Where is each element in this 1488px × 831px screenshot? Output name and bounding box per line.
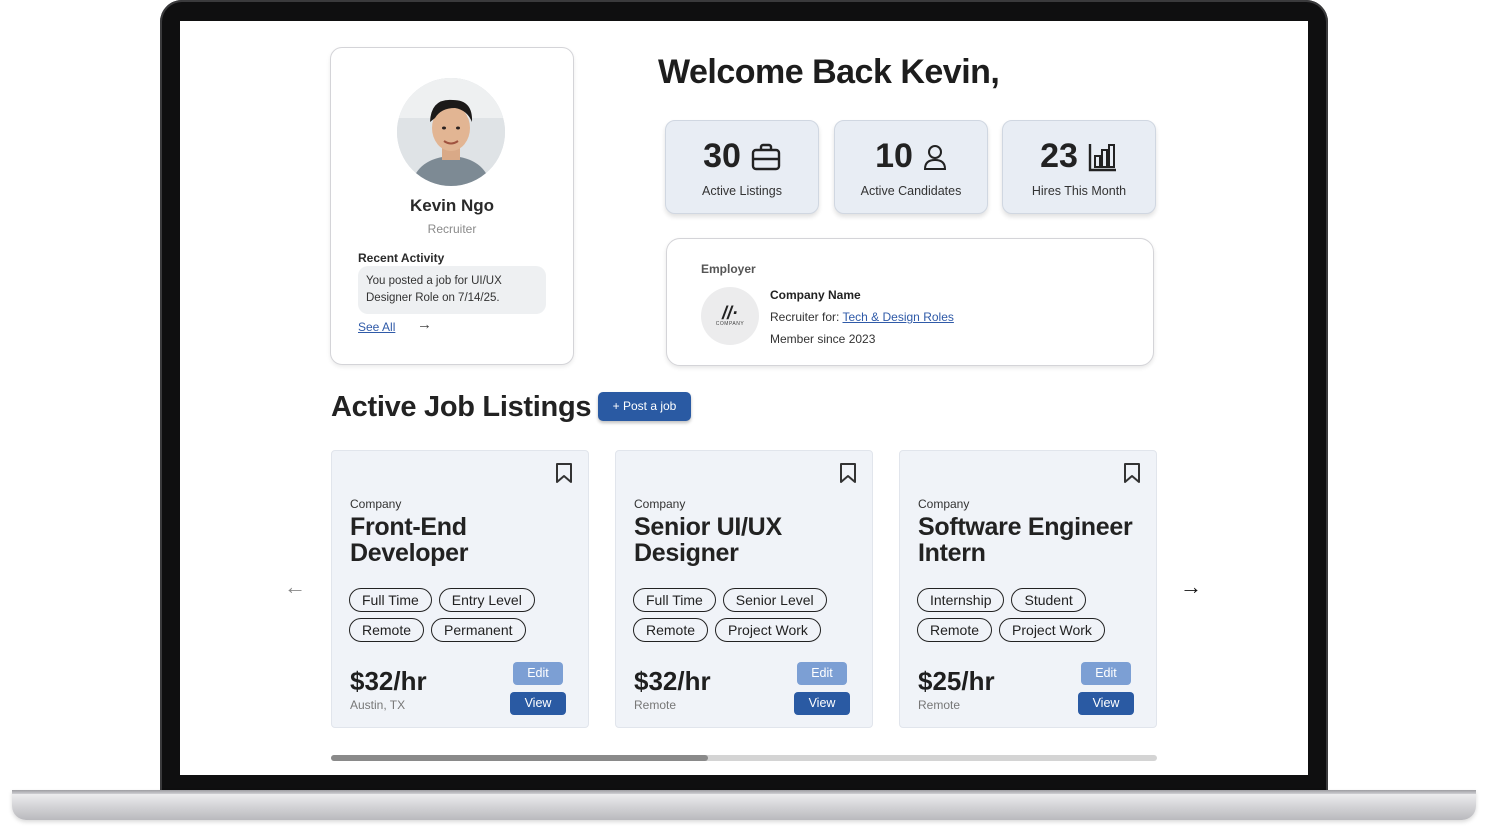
post-job-button[interactable]: + Post a job bbox=[598, 392, 691, 421]
job-tag: Full Time bbox=[349, 588, 432, 612]
job-tags: Internship Student Remote Project Work bbox=[917, 588, 1147, 642]
edit-button[interactable]: Edit bbox=[797, 662, 847, 685]
job-company: Company bbox=[918, 497, 970, 511]
bar-chart-icon bbox=[1088, 143, 1116, 171]
job-tag: Full Time bbox=[633, 588, 716, 612]
job-location: Remote bbox=[918, 698, 961, 712]
listings-title: Active Job Listings bbox=[331, 391, 592, 423]
arrow-left-icon[interactable]: ← bbox=[284, 574, 306, 600]
member-since: Member since 2023 bbox=[770, 332, 876, 346]
recruiter-for-link[interactable]: Tech & Design Roles bbox=[842, 310, 953, 324]
view-button[interactable]: View bbox=[1078, 692, 1134, 715]
recent-activity-title: Recent Activity bbox=[358, 251, 445, 265]
job-location: Remote bbox=[634, 698, 677, 712]
arrow-right-icon[interactable]: → bbox=[417, 316, 432, 333]
stat-label: Active Listings bbox=[702, 184, 782, 198]
job-tag: Permanent bbox=[431, 618, 526, 642]
bookmark-icon[interactable] bbox=[839, 462, 857, 484]
job-company: Company bbox=[350, 497, 402, 511]
job-tag: Internship bbox=[917, 588, 1005, 612]
stat-value: 23 bbox=[1040, 137, 1078, 175]
job-tag: Senior Level bbox=[722, 588, 827, 612]
job-tag: Entry Level bbox=[438, 588, 535, 612]
job-tag: Project Work bbox=[999, 618, 1105, 642]
company-logo-text: COMPANY bbox=[715, 321, 745, 327]
company-logo-mark-icon: //· bbox=[722, 303, 738, 323]
employer-title: Employer bbox=[701, 262, 756, 276]
see-all-link[interactable]: See All bbox=[358, 320, 395, 334]
job-tags: Full Time Senior Level Remote Project Wo… bbox=[633, 588, 863, 642]
company-logo: //· COMPANY bbox=[701, 287, 759, 345]
welcome-heading: Welcome Back Kevin, bbox=[658, 53, 1000, 91]
laptop-hinge bbox=[12, 790, 1476, 794]
job-title: Software Engineer Intern bbox=[918, 513, 1133, 567]
view-button[interactable]: View bbox=[510, 692, 566, 715]
job-card[interactable]: Company Senior UI/UX Designer Full Time … bbox=[615, 450, 873, 728]
person-icon bbox=[923, 144, 946, 170]
arrow-right-icon[interactable]: → bbox=[1180, 574, 1202, 600]
stat-card-active-listings[interactable]: 30 Active Listings bbox=[665, 120, 819, 214]
employer-card: Employer //· COMPANY Company Name Recrui… bbox=[666, 238, 1154, 366]
bookmark-icon[interactable] bbox=[555, 462, 573, 484]
recruiter-for-label: Recruiter for: bbox=[770, 310, 840, 324]
view-button[interactable]: View bbox=[794, 692, 850, 715]
company-name: Company Name bbox=[770, 288, 861, 302]
stat-card-active-candidates[interactable]: 10 Active Candidates bbox=[834, 120, 988, 214]
scrollbar-thumb[interactable] bbox=[331, 755, 708, 761]
job-title: Front-End Developer bbox=[350, 513, 469, 567]
avatar-photo bbox=[397, 78, 505, 186]
job-pay: $25/hr bbox=[918, 666, 995, 696]
job-card[interactable]: Company Software Engineer Intern Interns… bbox=[899, 450, 1157, 728]
job-card[interactable]: Company Front-End Developer Full Time En… bbox=[331, 450, 589, 728]
job-location: Austin, TX bbox=[350, 698, 406, 712]
profile-role: Recruiter bbox=[427, 222, 477, 236]
job-tag: Remote bbox=[349, 618, 425, 642]
stat-value: 30 bbox=[703, 137, 741, 175]
job-tag: Project Work bbox=[715, 618, 821, 642]
bookmark-icon[interactable] bbox=[1123, 462, 1141, 484]
horizontal-scrollbar[interactable] bbox=[331, 755, 1157, 761]
job-company: Company bbox=[634, 497, 686, 511]
laptop-base bbox=[12, 790, 1476, 820]
stat-label: Hires This Month bbox=[1031, 184, 1127, 198]
job-tags: Full Time Entry Level Remote Permanent bbox=[349, 588, 579, 642]
stat-label: Active Candidates bbox=[860, 184, 962, 198]
avatar[interactable] bbox=[397, 78, 505, 186]
edit-button[interactable]: Edit bbox=[513, 662, 563, 685]
job-tag: Student bbox=[1011, 588, 1086, 612]
job-tag: Remote bbox=[917, 618, 993, 642]
edit-button[interactable]: Edit bbox=[1081, 662, 1131, 685]
recent-activity-item: You posted a job for UI/UX Designer Role… bbox=[358, 266, 546, 314]
stat-value: 10 bbox=[875, 137, 913, 175]
job-pay: $32/hr bbox=[350, 666, 427, 696]
job-title: Senior UI/UX Designer bbox=[634, 513, 782, 567]
screen: Kevin Ngo Recruiter Recent Activity You … bbox=[180, 21, 1308, 775]
job-pay: $32/hr bbox=[634, 666, 711, 696]
job-tag: Remote bbox=[633, 618, 709, 642]
briefcase-icon bbox=[751, 143, 781, 170]
recruiter-for: Recruiter for: Tech & Design Roles bbox=[770, 310, 954, 324]
profile-name: Kevin Ngo bbox=[409, 196, 495, 215]
profile-card: Kevin Ngo Recruiter Recent Activity You … bbox=[330, 47, 574, 365]
stat-card-hires-this-month[interactable]: 23 Hires This Month bbox=[1002, 120, 1156, 214]
